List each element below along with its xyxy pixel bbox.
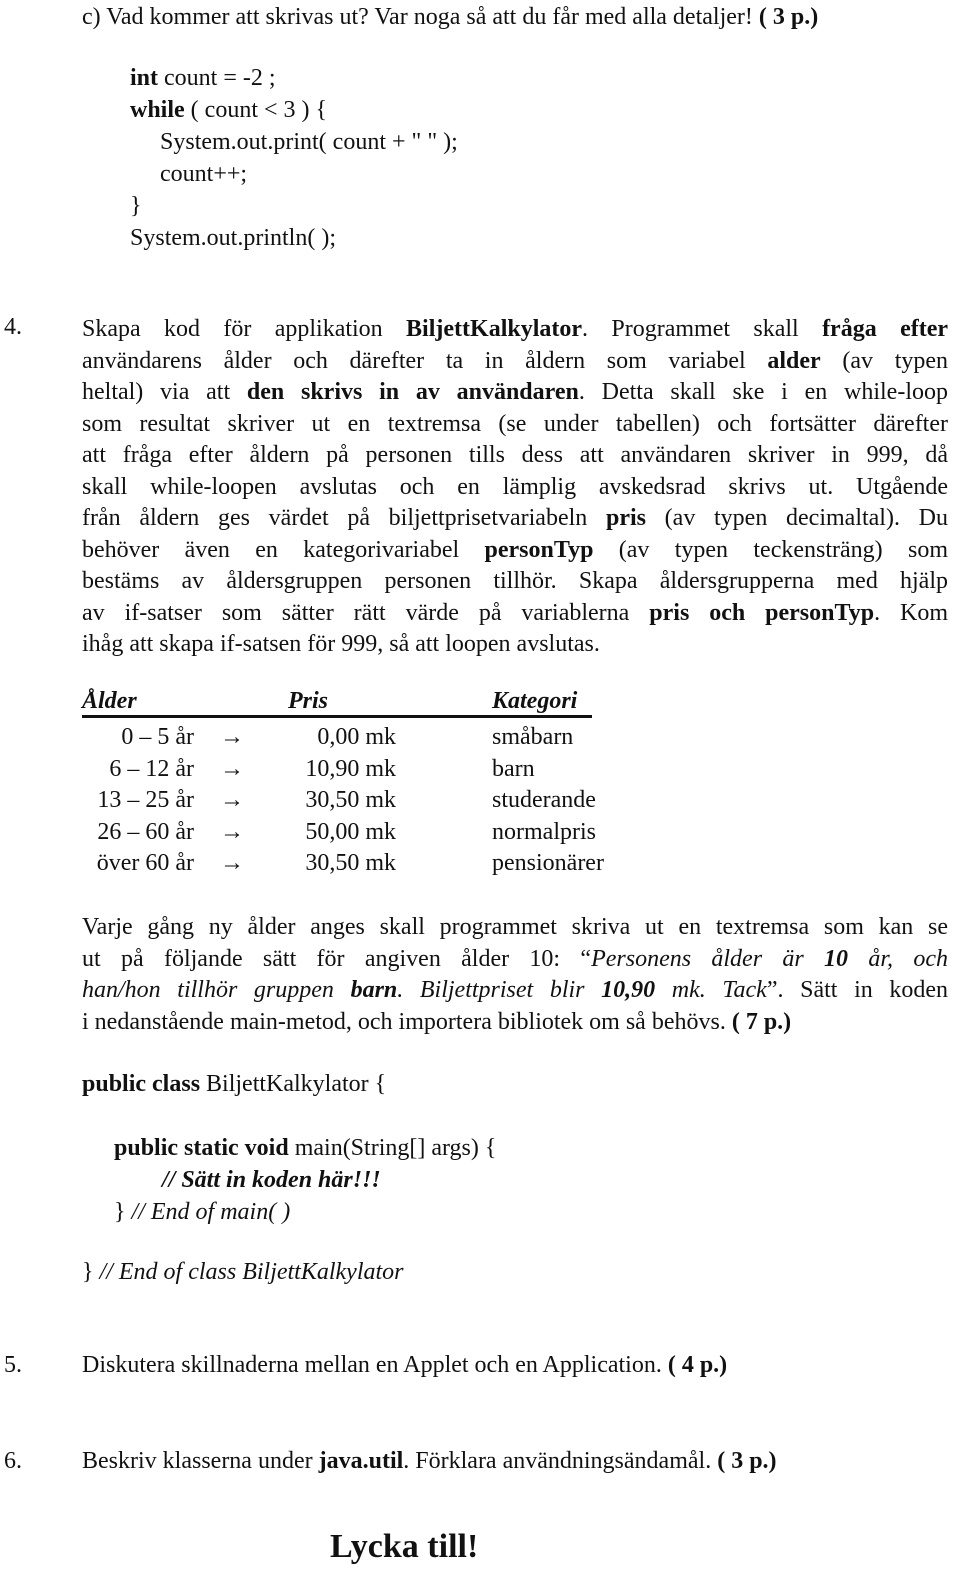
- code-line-end-class: } // End of class BiljettKalkylator: [82, 1259, 404, 1285]
- text-line: i nedanstående main-metod, och importera…: [82, 1008, 792, 1035]
- question-6-text: Beskriv klasserna under java.util. Förkl…: [82, 1448, 777, 1474]
- text-line: heltal) via att den skrivs in av använda…: [82, 379, 948, 405]
- code-line: count++;: [160, 161, 248, 187]
- question-c: c) Vad kommer att skrivas ut? Var noga s…: [82, 4, 818, 31]
- table-cell-category: pensionärer: [492, 850, 604, 876]
- text-line: av if-satser som sätter rätt värde på va…: [82, 599, 949, 626]
- code-line: }: [130, 193, 142, 219]
- question-c-text: c) Vad kommer att skrivas ut? Var noga s…: [82, 4, 759, 30]
- text-line: skall while-loopen avslutas och en lämpl…: [82, 473, 948, 500]
- table-cell-age: över 60 år: [96, 850, 194, 876]
- text-line: som resultat skriver ut en textremsa (se…: [82, 410, 948, 437]
- arrow-right-icon: →: [220, 850, 244, 876]
- code-line: System.out.println( );: [130, 225, 336, 251]
- text-line: ut på följande sätt för angiven ålder 10…: [82, 945, 949, 972]
- text-line: behöver även en kategorivariabel personT…: [82, 536, 948, 563]
- arrow-right-icon: →: [220, 818, 244, 845]
- code-line-end-main: } // End of main( ): [114, 1199, 291, 1225]
- text-line: från åldern ges värdet på biljettprisetv…: [82, 505, 948, 531]
- table-cell-price: 0,00 mk: [317, 724, 396, 750]
- question-5-points: ( 4 p.): [667, 1352, 728, 1378]
- table-cell-age: 26 – 60 år: [97, 818, 194, 845]
- table-cell-category: studerande: [492, 787, 596, 813]
- code-line: int count = -2 ;: [130, 65, 276, 91]
- arrow-right-icon: →: [220, 755, 244, 782]
- table-cell-category: barn: [492, 755, 535, 782]
- question-6-number: 6.: [4, 1448, 22, 1474]
- question-4-text: Skapa kod för applikation BiljettKalkyla…: [82, 314, 948, 661]
- table-cell-category: normalpris: [492, 818, 596, 845]
- table-cell-age: 13 – 25 år: [97, 787, 194, 813]
- table-cell-age: 6 – 12 år: [109, 755, 194, 782]
- question-c-points: ( 3 p.): [758, 4, 819, 30]
- header-category: Kategori: [492, 688, 578, 714]
- text-line: Skapa kod för applikation BiljettKalkyla…: [82, 316, 949, 342]
- arrow-right-icon: →: [220, 724, 244, 750]
- code-comment-insert: // Sätt in koden här!!!: [162, 1167, 381, 1193]
- code-line: while ( count < 3 ) {: [130, 97, 328, 123]
- table-cell-price: 50,00 mk: [305, 818, 396, 845]
- text-line: användarens ålder och därefter ta in åld…: [82, 347, 949, 374]
- text-line: Varje gång ny ålder anges skall programm…: [82, 914, 948, 940]
- text-line: bestäms av åldersgruppen personen tillhö…: [82, 568, 948, 594]
- arrow-right-icon: →: [220, 787, 244, 813]
- code-line-main: public static void main(String[] args) {: [114, 1135, 497, 1161]
- question-5-text: Diskutera skillnaderna mellan en Applet …: [82, 1352, 728, 1378]
- header-price: Pris: [288, 688, 329, 714]
- code-line-class: public class BiljettKalkylator {: [82, 1071, 387, 1097]
- table-cell-category: småbarn: [492, 724, 574, 750]
- table-cell-price: 10,90 mk: [305, 755, 396, 782]
- table-header-rule: [82, 715, 592, 718]
- question-6-points: ( 3 p.): [717, 1448, 777, 1474]
- code-line: System.out.print( count + " " );: [160, 129, 458, 155]
- header-age: Ålder: [82, 688, 137, 714]
- table-cell-price: 30,50 mk: [305, 850, 396, 876]
- question-4-number: 4.: [4, 314, 22, 340]
- text-line: att fråga efter åldern på personen tills…: [82, 442, 948, 468]
- text-line: han/hon tillhör gruppen barn. Biljettpri…: [82, 977, 949, 1003]
- table-cell-price: 30,50 mk: [305, 787, 396, 813]
- text-line: ihåg att skapa if-satsen för 999, så att…: [82, 631, 600, 657]
- question-4-output-text: Varje gång ny ålder anges skall programm…: [82, 912, 948, 1038]
- question-5-number: 5.: [4, 1352, 22, 1378]
- table-cell-age: 0 – 5 år: [121, 724, 194, 750]
- closing-text: Lycka till!: [330, 1528, 479, 1565]
